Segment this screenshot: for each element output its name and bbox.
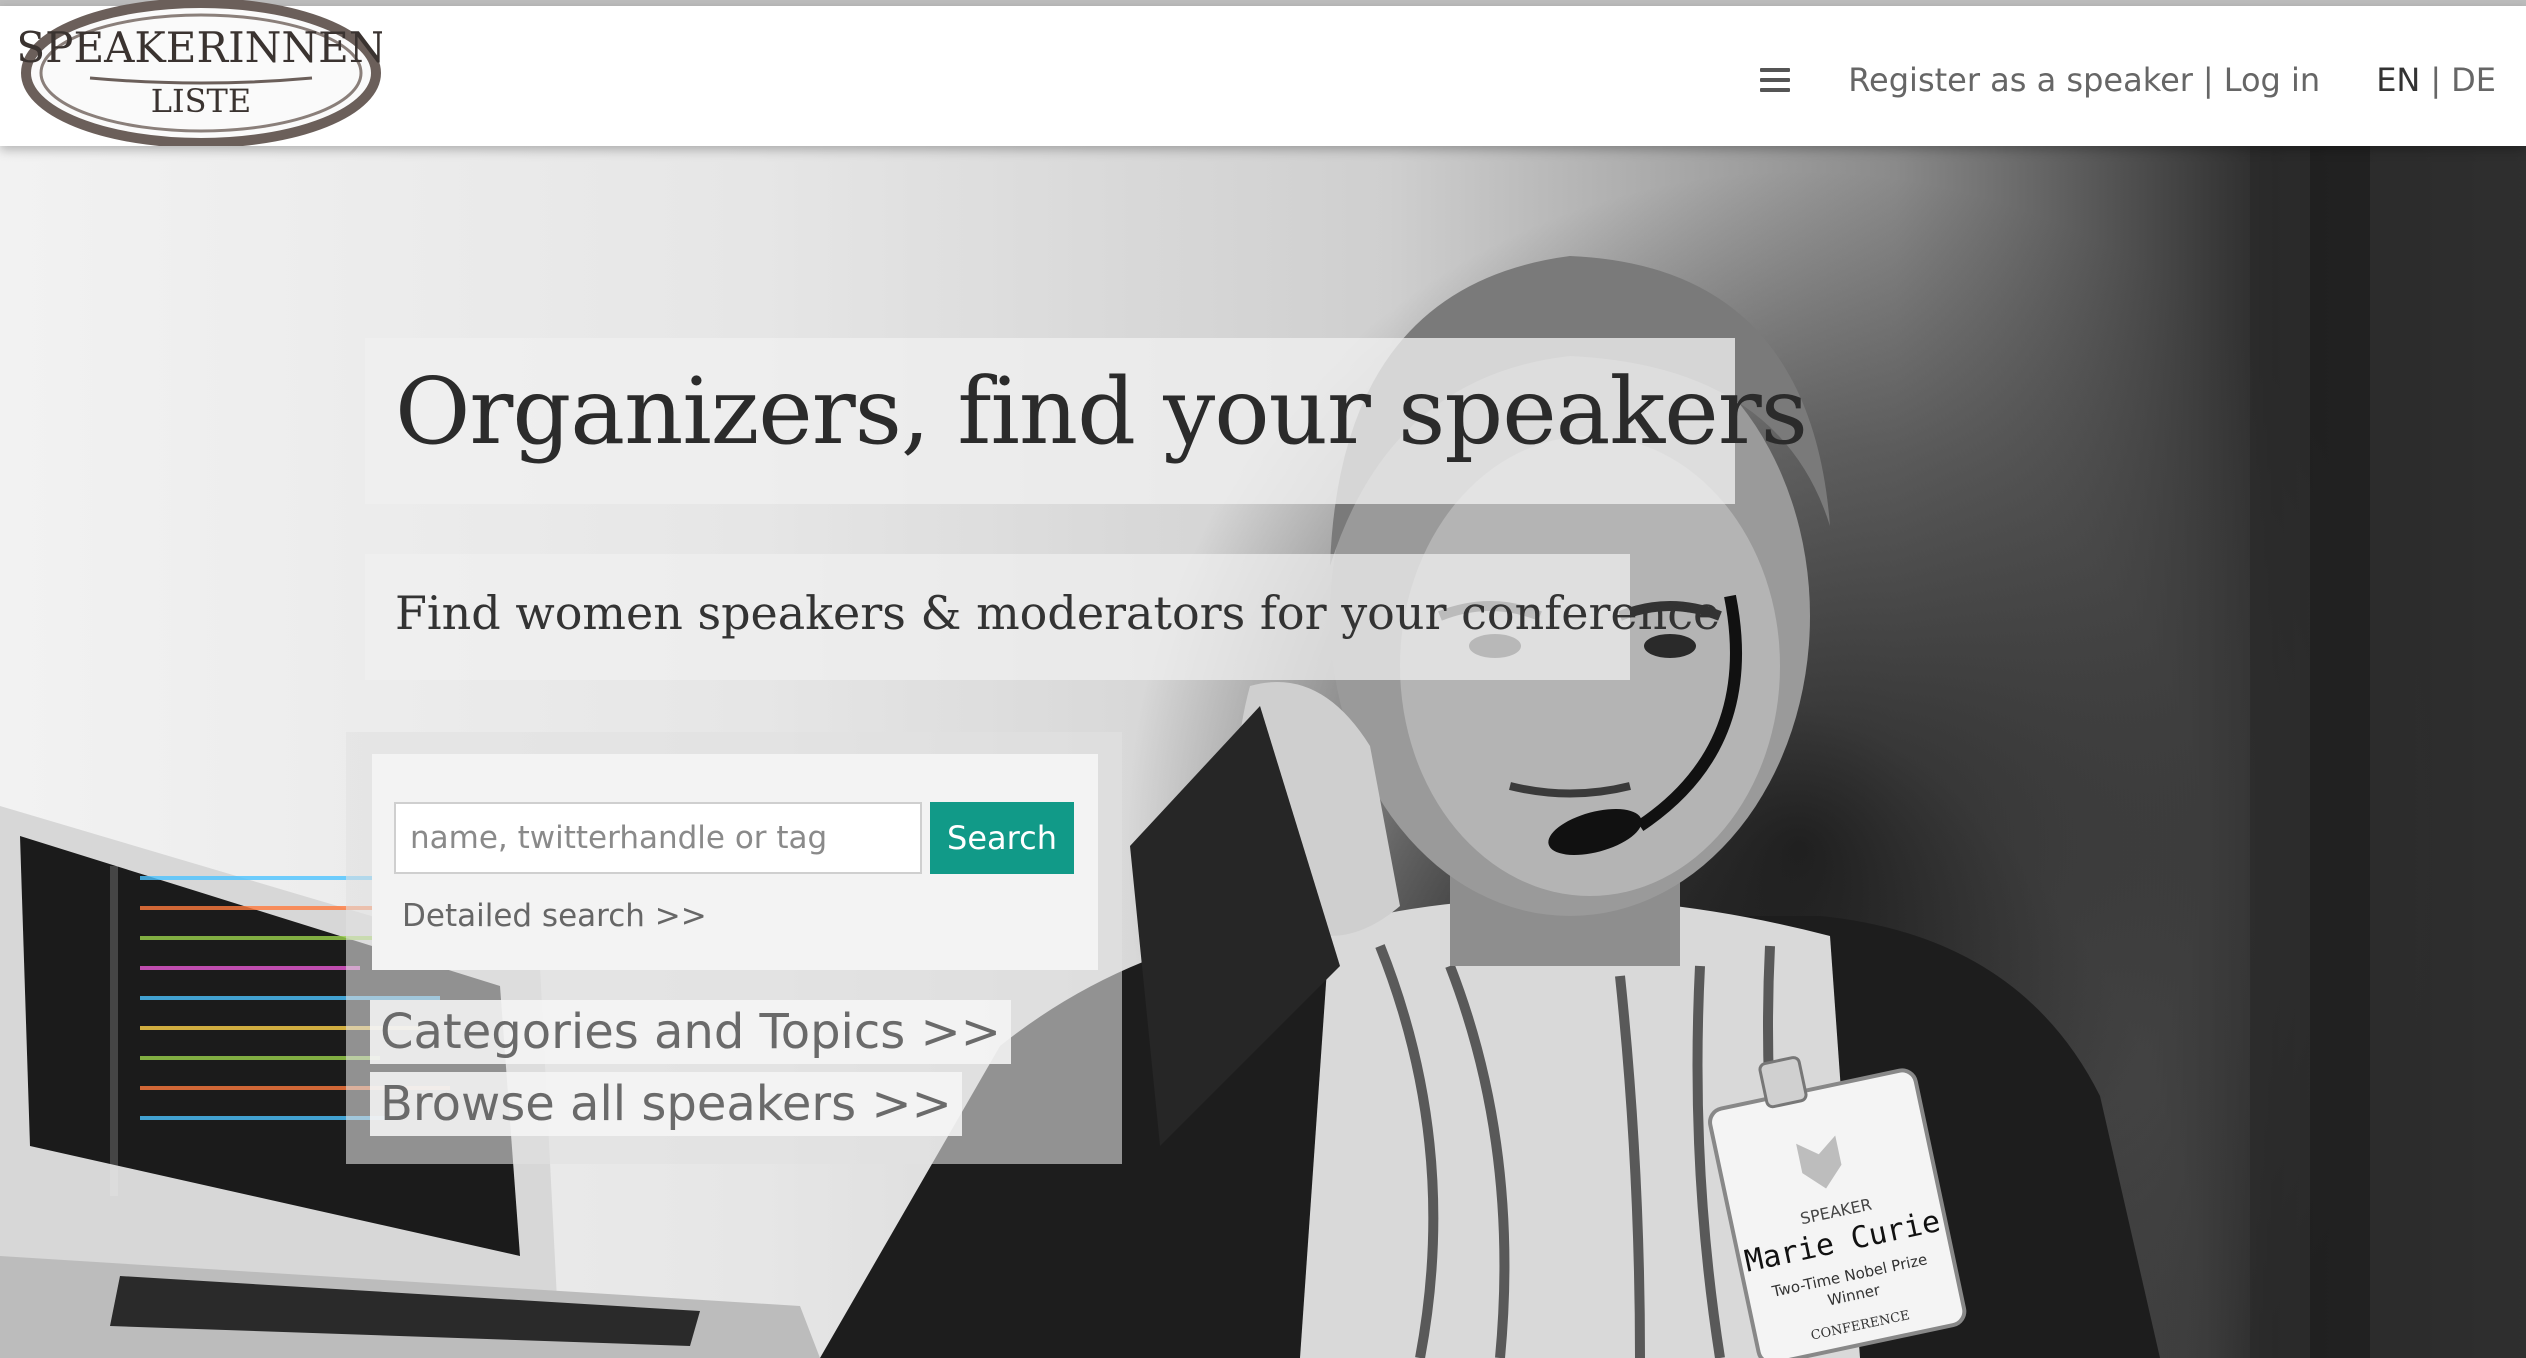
language-switcher: EN | DE bbox=[2376, 61, 2496, 99]
site-logo[interactable]: SPEAKERINNEN LISTE bbox=[20, 0, 382, 146]
search-input[interactable] bbox=[394, 802, 922, 874]
page: SPEAKERINNEN LISTE Register as a speaker… bbox=[0, 0, 2526, 1358]
login-link[interactable]: Log in bbox=[2224, 61, 2321, 99]
lang-separator: | bbox=[2430, 61, 2442, 99]
page-title: Organizers, find your speakers bbox=[395, 358, 1808, 465]
logo-text-bottom: LISTE bbox=[151, 82, 252, 120]
page-subtitle: Find women speakers & moderators for you… bbox=[395, 586, 1721, 640]
search-button[interactable]: Search bbox=[930, 802, 1074, 874]
logo-badge: SPEAKERINNEN LISTE bbox=[20, 0, 382, 146]
top-nav: Register as a speaker | Log in EN | DE bbox=[1760, 52, 2496, 108]
lang-en-link[interactable]: EN bbox=[2376, 61, 2420, 99]
site-header: SPEAKERINNEN LISTE Register as a speaker… bbox=[0, 0, 2526, 146]
hamburger-icon[interactable] bbox=[1760, 68, 1791, 92]
logo-text-top: SPEAKERINNEN bbox=[20, 23, 382, 72]
lang-de-link[interactable]: DE bbox=[2451, 61, 2496, 99]
nav-separator: | bbox=[2202, 61, 2214, 99]
hero-section: SPEAKER Marie Curie Two-Time Nobel Prize… bbox=[0, 146, 2526, 1358]
register-link[interactable]: Register as a speaker bbox=[1848, 61, 2193, 99]
categories-link[interactable]: Categories and Topics >> bbox=[370, 1000, 1011, 1064]
detailed-search-link[interactable]: Detailed search >> bbox=[402, 898, 707, 934]
browse-speakers-link[interactable]: Browse all speakers >> bbox=[370, 1072, 962, 1136]
